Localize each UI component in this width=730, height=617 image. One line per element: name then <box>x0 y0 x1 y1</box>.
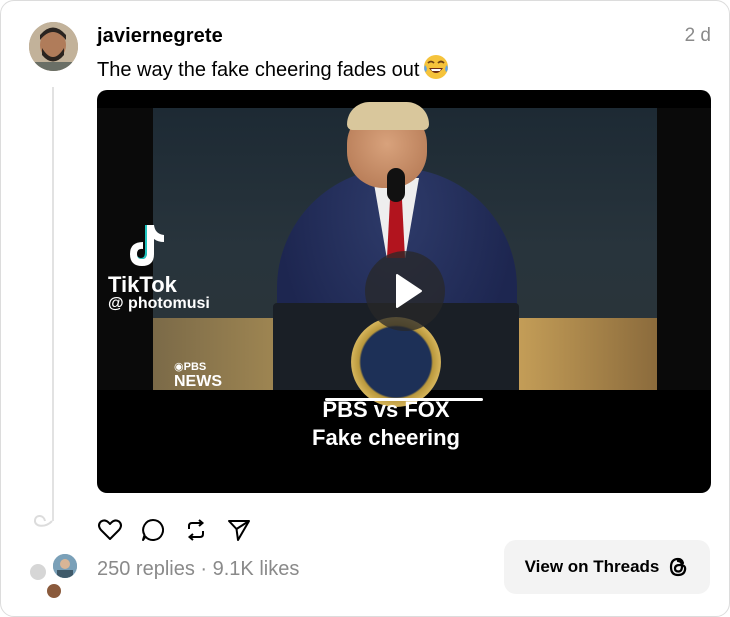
video-player[interactable]: TikTok @ photomusi ◉PBS NEWS PBS vs FOX … <box>97 90 711 493</box>
video-right-letterbox <box>657 108 711 390</box>
replier-avatar <box>51 552 79 580</box>
heart-icon[interactable] <box>97 517 123 543</box>
post-text: The way the fake cheering fades out <box>97 54 449 86</box>
pbs-logo-text: PBS <box>183 361 207 373</box>
play-icon <box>396 274 422 308</box>
post-stats[interactable]: 250 replies · 9.1K likes <box>97 558 299 581</box>
author-avatar[interactable] <box>29 22 78 71</box>
thread-loop-icon <box>34 515 53 527</box>
speaker-hair <box>347 102 429 130</box>
presidential-seal <box>351 317 441 407</box>
microphone <box>387 168 405 202</box>
thread-post-card: javiernegrete 2 d The way the fake cheer… <box>0 0 730 617</box>
tiktok-watermark-handle: @ photomusi <box>108 295 210 312</box>
replier-avatar <box>45 582 63 600</box>
replier-avatars <box>25 551 81 601</box>
share-icon[interactable] <box>226 517 252 543</box>
view-on-threads-button[interactable]: View on Threads <box>504 540 710 594</box>
play-button[interactable] <box>365 251 445 331</box>
video-frame: TikTok @ photomusi ◉PBS NEWS <box>97 102 711 407</box>
tiktok-logo-icon <box>130 225 164 266</box>
pbs-news-label: NEWS <box>174 373 222 390</box>
video-caption-line-1: PBS vs FOX <box>322 397 450 422</box>
pbs-logo: ◉PBS <box>174 361 207 373</box>
author-username[interactable]: javiernegrete <box>97 25 223 48</box>
comment-icon[interactable] <box>140 517 166 543</box>
replier-avatar <box>28 562 48 582</box>
post-text-content: The way the fake cheering fades out <box>97 59 420 81</box>
repost-icon[interactable] <box>183 517 209 543</box>
post-timestamp: 2 d <box>684 25 711 46</box>
threads-logo-icon <box>670 557 687 577</box>
thread-connector-line <box>52 87 54 521</box>
laughing-emoji-icon <box>423 54 449 86</box>
view-on-threads-label: View on Threads <box>524 557 660 576</box>
video-caption-line-2: Fake cheering <box>312 425 460 450</box>
